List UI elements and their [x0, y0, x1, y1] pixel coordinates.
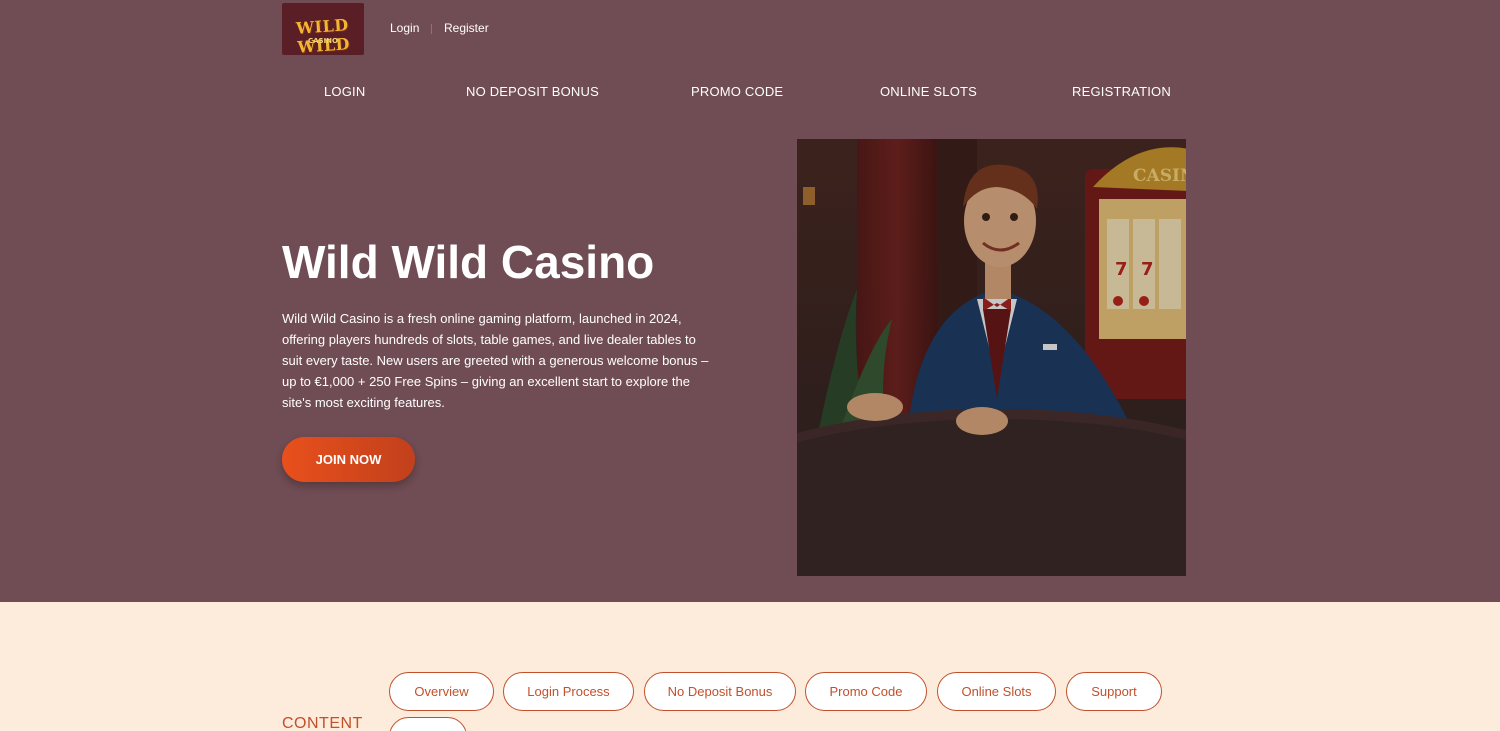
hero-description: Wild Wild Casino is a fresh online gamin… [282, 311, 709, 410]
pill-no-deposit-bonus[interactable]: No Deposit Bonus [644, 672, 796, 711]
header-login-link[interactable]: Login [390, 21, 419, 35]
nav-item-registration[interactable]: REGISTRATION [1072, 84, 1171, 99]
header-register-link[interactable]: Register [444, 21, 489, 35]
content-section [0, 602, 1500, 731]
casino-logo[interactable]: WILD WILD CASINO [282, 3, 364, 55]
hero-dealer-illustration: 7 7 CASINO [797, 139, 1186, 576]
nav-item-no-deposit-bonus[interactable]: NO DEPOSIT BONUS [466, 84, 599, 99]
pill-online-slots[interactable]: Online Slots [937, 672, 1056, 711]
hero-section: WILD WILD CASINO Login Register LOGIN NO… [0, 0, 1500, 602]
nav-item-promo-code[interactable]: PROMO CODE [691, 84, 783, 99]
pill-login-process[interactable]: Login Process [503, 672, 634, 711]
pill-more[interactable] [389, 717, 467, 731]
join-now-button[interactable]: JOIN NOW [282, 437, 415, 482]
logo-subtitle: CASINO [307, 37, 338, 45]
nav-item-online-slots[interactable]: ONLINE SLOTS [880, 84, 977, 99]
pill-overview[interactable]: Overview [389, 672, 494, 711]
pill-promo-code[interactable]: Promo Code [805, 672, 927, 711]
pill-support[interactable]: Support [1066, 672, 1162, 711]
hero-title: Wild Wild Casino [282, 236, 655, 288]
logo-title: WILD WILD [295, 15, 351, 55]
nav-item-login[interactable]: LOGIN [324, 84, 365, 99]
content-label: CONTENT [282, 715, 363, 731]
header-divider [431, 24, 432, 34]
